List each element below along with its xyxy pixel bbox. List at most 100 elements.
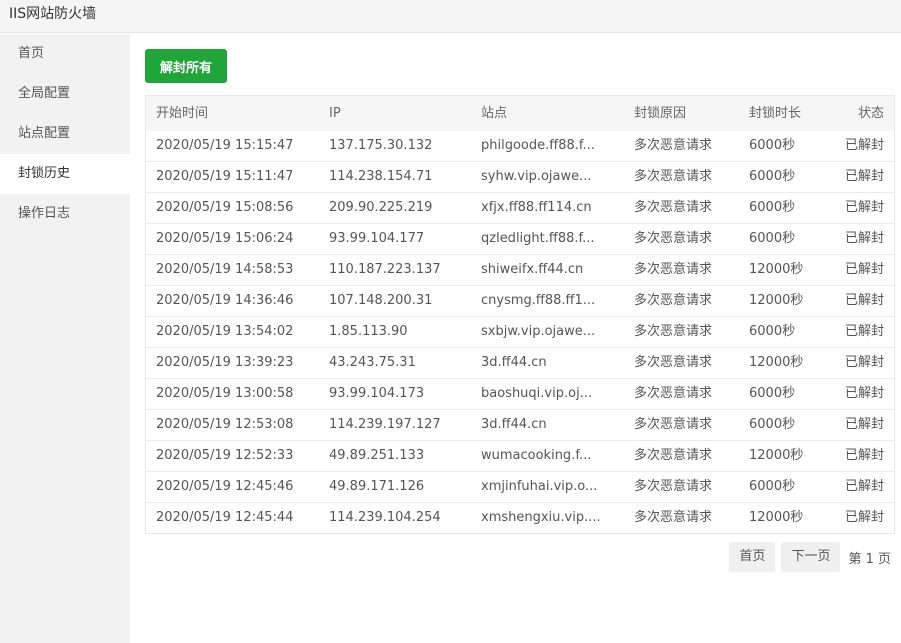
cell-duration: 6000秒 <box>749 417 796 432</box>
table-header: 开始时间 IP 站点 封锁原因 封锁时长 状态 <box>146 96 894 131</box>
cell-reason: 多次恶意请求 <box>634 138 713 153</box>
cell-start-time: 2020/05/19 12:52:33 <box>156 448 294 463</box>
sidebar-item-operation-log[interactable]: 操作日志 <box>0 194 130 234</box>
cell-status: 已解封 <box>844 479 884 494</box>
column-header-reason: 封锁原因 <box>634 106 687 121</box>
cell-reason: 多次恶意请求 <box>634 262 713 277</box>
cell-ip: 114.239.197.127 <box>329 417 441 432</box>
table-body: 2020/05/19 15:15:47 137.175.30.132 philgoo… <box>146 131 894 533</box>
cell-start-time: 2020/05/19 14:58:53 <box>156 262 294 277</box>
cell-reason: 多次恶意请求 <box>634 479 713 494</box>
column-header-site: 站点 <box>481 106 508 121</box>
cell-site: cnysmg.ff88.ff1... <box>481 293 596 308</box>
cell-ip: 93.99.104.177 <box>329 231 425 246</box>
cell-reason: 多次恶意请求 <box>634 231 713 246</box>
cell-start-time: 2020/05/19 12:45:44 <box>156 510 294 525</box>
cell-ip: 209.90.225.219 <box>329 200 433 215</box>
sidebar-item-global-config[interactable]: 全局配置 <box>0 74 130 114</box>
column-header-duration: 封锁时长 <box>749 106 802 121</box>
cell-status: 已解封 <box>844 200 884 215</box>
table-row: 2020/05/19 13:39:23 43.243.75.31 3d.ff44.c… <box>146 347 894 378</box>
table-row: 2020/05/19 15:06:24 93.99.104.177 qzledlig… <box>146 223 894 254</box>
first-page-button[interactable]: 首页 <box>729 542 776 572</box>
table-row: 2020/05/19 12:52:33 49.89.251.133 wumacook… <box>146 440 894 471</box>
column-header-start-time: 开始时间 <box>156 106 209 121</box>
cell-reason: 多次恶意请求 <box>634 169 713 184</box>
table-row: 2020/05/19 15:15:47 137.175.30.132 philgoo… <box>146 131 894 161</box>
cell-status: 已解封 <box>844 231 884 246</box>
cell-status: 已解封 <box>844 138 884 153</box>
cell-duration: 6000秒 <box>749 200 796 215</box>
cell-duration: 12000秒 <box>749 355 804 370</box>
cell-start-time: 2020/05/19 15:11:47 <box>156 169 294 184</box>
cell-status: 已解封 <box>844 262 884 277</box>
table-row: 2020/05/19 12:45:44 114.239.104.254 xmshen… <box>146 502 894 533</box>
cell-reason: 多次恶意请求 <box>634 510 713 525</box>
cell-status: 已解封 <box>844 355 884 370</box>
main-panel: 解封所有 开始时间 IP 站点 封锁原因 封锁时长 状态 2020/05/19 … <box>130 34 901 643</box>
table-row: 2020/05/19 14:58:53 110.187.223.137 shiwei… <box>146 254 894 285</box>
cell-duration: 6000秒 <box>749 479 796 494</box>
cell-reason: 多次恶意请求 <box>634 324 713 339</box>
cell-status: 已解封 <box>844 510 884 525</box>
table-row: 2020/05/19 15:08:56 209.90.225.219 xfjx.ff… <box>146 192 894 223</box>
table-row: 2020/05/19 13:00:58 93.99.104.173 baoshuqi… <box>146 378 894 409</box>
cell-ip: 114.238.154.71 <box>329 169 433 184</box>
cell-ip: 49.89.251.133 <box>329 448 425 463</box>
cell-duration: 12000秒 <box>749 510 804 525</box>
cell-reason: 多次恶意请求 <box>634 293 713 308</box>
cell-duration: 6000秒 <box>749 386 796 401</box>
cell-ip: 1.85.113.90 <box>329 324 408 339</box>
cell-ip: 110.187.223.137 <box>329 262 441 277</box>
cell-site: shiweifx.ff44.cn <box>481 262 584 277</box>
sidebar: 首页 全局配置 站点配置 封锁历史 操作日志 <box>0 34 130 643</box>
cell-site: xfjx.ff88.ff114.cn <box>481 200 592 215</box>
cell-start-time: 2020/05/19 13:00:58 <box>156 386 294 401</box>
cell-reason: 多次恶意请求 <box>634 386 713 401</box>
cell-site: xmshengxiu.vip.... <box>481 510 601 525</box>
column-header-status: 状态 <box>857 106 884 121</box>
cell-duration: 6000秒 <box>749 231 796 246</box>
cell-status: 已解封 <box>844 417 884 432</box>
cell-status: 已解封 <box>844 448 884 463</box>
next-page-button[interactable]: 下一页 <box>781 542 841 572</box>
cell-start-time: 2020/05/19 15:08:56 <box>156 200 294 215</box>
cell-reason: 多次恶意请求 <box>634 448 713 463</box>
sidebar-item-home[interactable]: 首页 <box>0 34 130 74</box>
cell-duration: 6000秒 <box>749 138 796 153</box>
table-row: 2020/05/19 15:11:47 114.238.154.71 syhw.vi… <box>146 161 894 192</box>
cell-duration: 12000秒 <box>749 448 804 463</box>
table-row: 2020/05/19 13:54:02 1.85.113.90 sxbjw.vip.… <box>146 316 894 347</box>
cell-site: syhw.vip.ojawe... <box>481 169 592 184</box>
cell-reason: 多次恶意请求 <box>634 200 713 215</box>
column-header-ip: IP <box>329 106 341 121</box>
cell-site: xmjinfuhai.vip.o... <box>481 479 598 494</box>
cell-status: 已解封 <box>844 324 884 339</box>
page-indicator: 第 1 页 <box>848 551 891 567</box>
cell-duration: 12000秒 <box>749 262 804 277</box>
cell-status: 已解封 <box>844 293 884 308</box>
unblock-all-button[interactable]: 解封所有 <box>145 49 227 83</box>
cell-start-time: 2020/05/19 13:39:23 <box>156 355 294 370</box>
block-history-table: 开始时间 IP 站点 封锁原因 封锁时长 状态 2020/05/19 15:15… <box>145 95 895 534</box>
cell-reason: 多次恶意请求 <box>634 417 713 432</box>
sidebar-item-block-history[interactable]: 封锁历史 <box>0 154 130 194</box>
cell-start-time: 2020/05/19 14:36:46 <box>156 293 294 308</box>
cell-duration: 6000秒 <box>749 324 796 339</box>
cell-site: wumacooking.f... <box>481 448 592 463</box>
cell-ip: 137.175.30.132 <box>329 138 433 153</box>
cell-site: 3d.ff44.cn <box>481 417 547 432</box>
cell-duration: 6000秒 <box>749 169 796 184</box>
sidebar-item-site-config[interactable]: 站点配置 <box>0 114 130 154</box>
cell-site: baoshuqi.vip.oj... <box>481 386 593 401</box>
cell-status: 已解封 <box>844 386 884 401</box>
cell-site: sxbjw.vip.ojawe... <box>481 324 596 339</box>
cell-start-time: 2020/05/19 12:45:46 <box>156 479 294 494</box>
table-row: 2020/05/19 14:36:46 107.148.200.31 cnysmg.… <box>146 285 894 316</box>
cell-start-time: 2020/05/19 15:15:47 <box>156 138 294 153</box>
cell-ip: 107.148.200.31 <box>329 293 433 308</box>
cell-site: qzledlight.ff88.f... <box>481 231 595 246</box>
cell-ip: 114.239.104.254 <box>329 510 441 525</box>
cell-start-time: 2020/05/19 15:06:24 <box>156 231 294 246</box>
cell-reason: 多次恶意请求 <box>634 355 713 370</box>
